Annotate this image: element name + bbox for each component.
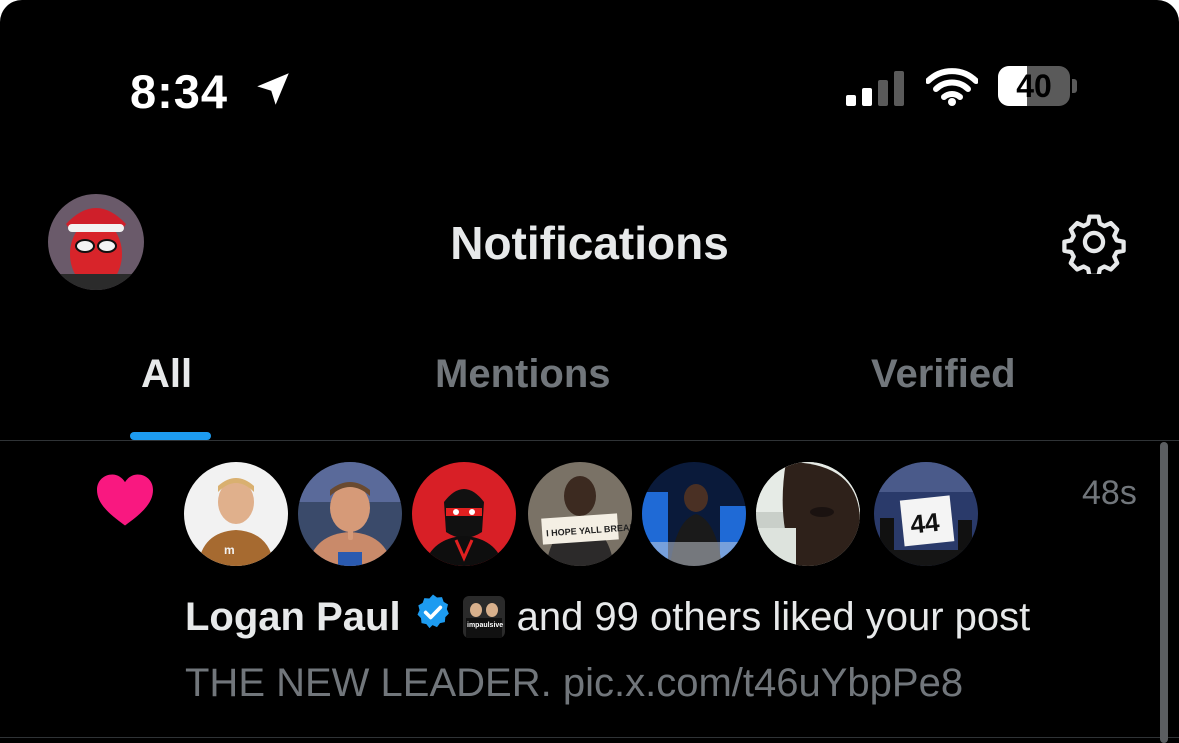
tab-all[interactable]: All	[141, 352, 192, 397]
tab-verified[interactable]: Verified	[871, 352, 1016, 397]
liker-avatar[interactable]	[298, 462, 402, 566]
notification-time: 48s	[1082, 474, 1137, 512]
liker-avatar[interactable]	[756, 462, 860, 566]
liker-avatar[interactable]	[642, 462, 746, 566]
scrollbar[interactable]	[1160, 442, 1168, 743]
liker-avatar[interactable]: m	[184, 462, 288, 566]
gear-icon[interactable]	[1062, 210, 1126, 279]
liker-avatar[interactable]	[412, 462, 516, 566]
mini-avatar[interactable]: impaulsive	[462, 596, 505, 638]
svg-text:m: m	[224, 543, 235, 557]
actor-name[interactable]: Logan Paul	[185, 595, 401, 640]
verified-badge-icon	[413, 592, 453, 642]
battery-icon: 40	[998, 66, 1077, 108]
mini-avatar-text: impaulsive	[467, 622, 503, 629]
heart-icon	[94, 472, 156, 533]
status-time: 8:34	[130, 65, 229, 118]
battery-level: 40	[1016, 68, 1052, 104]
divider	[0, 440, 1179, 441]
liker-avatar[interactable]: 44	[874, 462, 978, 566]
location-arrow-icon	[252, 68, 294, 115]
notifications-screen: 8:34 40 Notifications All Mentions Verif…	[0, 0, 1179, 743]
divider	[0, 737, 1179, 738]
page-title: Notifications	[450, 217, 729, 269]
notification-text: and 99 others liked your post	[516, 594, 1031, 639]
tab-mentions[interactable]: Mentions	[435, 352, 611, 397]
notification-summary[interactable]: Logan Paul impaulsive and 99 others like…	[185, 592, 1030, 642]
svg-text:44: 44	[909, 507, 941, 540]
post-preview[interactable]: THE NEW LEADER. pic.x.com/t46uYbpPe8	[185, 661, 963, 706]
tab-indicator	[130, 432, 211, 440]
liker-avatar[interactable]: I HOPE YALL BREAKUP	[528, 462, 632, 566]
wifi-icon	[925, 68, 979, 111]
cellular-signal-icon	[846, 70, 904, 106]
